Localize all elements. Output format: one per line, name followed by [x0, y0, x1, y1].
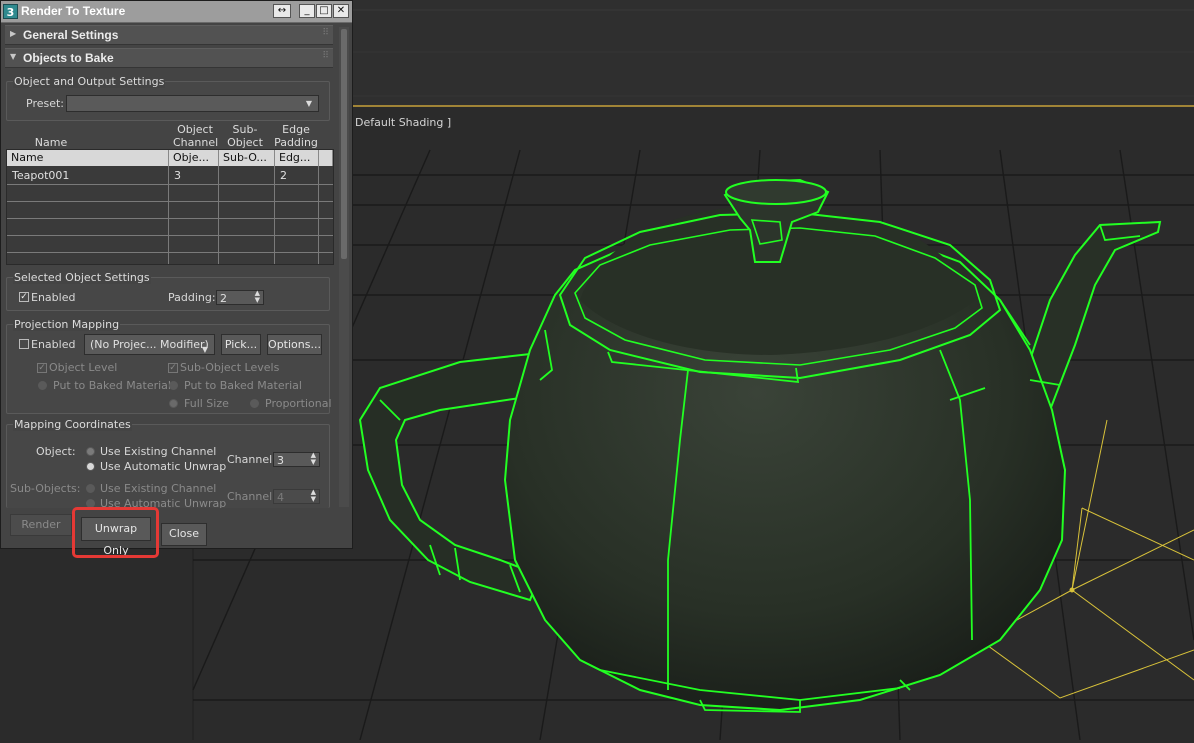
highlight-box [72, 507, 159, 558]
render-button[interactable]: Render [10, 514, 72, 536]
put-baked-right-radio[interactable] [169, 381, 178, 390]
minimize-button[interactable]: _ [299, 4, 315, 18]
table-header-subobject-channel[interactable]: Sub-O... [219, 150, 275, 166]
projection-mapping-title: Projection Mapping [13, 318, 121, 331]
table-cell-name[interactable]: Teapot001 [7, 167, 169, 184]
use-existing-channel-radio[interactable] [86, 447, 95, 456]
column-head-object-channel: Object Channel [173, 123, 219, 149]
table-cell-object-channel[interactable]: 3 [169, 167, 219, 184]
proportional-radio[interactable] [250, 399, 259, 408]
padding-spinner[interactable]: 2 ▲ ▼ [216, 290, 264, 305]
table-cell-edge-padding[interactable]: 2 [275, 167, 319, 184]
row-divider [7, 252, 333, 253]
row-divider [7, 218, 333, 219]
table-header-name[interactable]: Name [7, 150, 169, 166]
use-automatic-unwrap-label: Use Automatic Unwrap [100, 460, 227, 473]
channel-value: 3 [277, 454, 284, 467]
options-button[interactable]: Options... [267, 334, 322, 355]
row-divider [7, 235, 333, 236]
collapsed-arrow-icon: ▶ [10, 29, 17, 38]
preset-dropdown[interactable]: ▼ [66, 95, 319, 112]
preset-label: Preset: [26, 97, 65, 110]
sub-use-existing-label: Use Existing Channel [100, 482, 217, 495]
viewport-shading-label[interactable]: Default Shading ] [355, 116, 451, 129]
enabled-label: Enabled [31, 291, 76, 304]
rollout-title: General Settings [23, 28, 119, 42]
col-divider [274, 166, 275, 264]
row-divider [7, 201, 333, 202]
maximize-button[interactable]: □ [316, 4, 332, 18]
scrollbar-thumb[interactable] [341, 29, 347, 259]
grip-icon: ⠿ [322, 51, 329, 61]
sub-use-existing-radio[interactable] [86, 484, 95, 493]
padding-label: Padding: [168, 291, 216, 304]
projection-modifier-dropdown[interactable]: (No Projec... Modifier) ▼ [84, 334, 215, 355]
spinner-arrows-icon[interactable]: ▲ ▼ [255, 290, 260, 304]
spinner-arrows-icon[interactable]: ▲ ▼ [311, 489, 316, 503]
put-baked-left-radio[interactable] [38, 381, 47, 390]
put-baked-left-label: Put to Baked Material [53, 379, 171, 392]
use-existing-channel-label: Use Existing Channel [100, 445, 217, 458]
pick-button[interactable]: Pick... [221, 334, 261, 355]
row-divider [7, 184, 333, 185]
proportional-label: Proportional [265, 397, 332, 410]
sub-channel-value: 4 [277, 491, 284, 504]
projection-enabled-checkbox[interactable] [19, 339, 29, 349]
table-cell-subobject-channel[interactable] [219, 167, 275, 184]
dialog-title: Render To Texture [21, 4, 126, 18]
object-label: Object: [36, 445, 76, 458]
close-window-button[interactable]: ✕ [333, 4, 349, 18]
table-header-blank [319, 150, 333, 166]
col-divider [168, 166, 169, 264]
full-size-label: Full Size [184, 397, 229, 410]
table-header-object-channel[interactable]: Obje... [169, 150, 219, 166]
use-automatic-unwrap-radio[interactable] [86, 462, 95, 471]
object-level-checkbox[interactable]: ✓ [37, 363, 47, 373]
enabled-checkbox[interactable]: ✓ [19, 292, 29, 302]
objects-table[interactable]: Name Obje... Sub-O... Edg... Teapot001 3… [6, 149, 334, 265]
close-button[interactable]: Close [161, 523, 207, 546]
selected-object-title: Selected Object Settings [13, 271, 151, 284]
output-settings-title: Object and Output Settings [13, 75, 166, 88]
resize-icon[interactable]: ↔ [273, 4, 291, 18]
grip-icon: ⠿ [322, 28, 329, 38]
chevron-down-icon: ▼ [305, 99, 312, 108]
padding-value: 2 [220, 292, 227, 305]
render-to-texture-dialog: 3 Render To Texture ↔ _ □ ✕ ▶ General Se… [0, 0, 353, 557]
object-level-label: Object Level [49, 361, 118, 374]
spinner-arrows-icon[interactable]: ▲ ▼ [311, 452, 316, 466]
projection-modifier-value: (No Projec... Modifier) [90, 338, 209, 351]
expanded-arrow-icon: ▼ [10, 52, 17, 61]
rollout-title: Objects to Bake [23, 51, 114, 65]
put-baked-right-label: Put to Baked Material [184, 379, 302, 392]
dialog-scrollbar[interactable] [339, 27, 349, 507]
sub-channel-spinner[interactable]: 4 ▲ ▼ [273, 489, 320, 504]
sub-channel-label: Channel: [227, 490, 276, 503]
rollout-general-settings[interactable]: ▶ General Settings ⠿ [5, 25, 333, 45]
chevron-down-icon: ▼ [201, 345, 208, 354]
column-head-name: Name [34, 136, 68, 149]
col-divider [218, 166, 219, 264]
rollout-objects-to-bake[interactable]: ▼ Objects to Bake ⠿ [5, 48, 333, 68]
col-divider [318, 166, 319, 264]
projection-enabled-label: Enabled [31, 338, 76, 351]
app-logo-icon: 3 [3, 4, 18, 19]
mapping-coordinates-title: Mapping Coordinates [13, 418, 132, 431]
column-head-edge-padding: Edge Padding [274, 123, 318, 149]
sub-objects-label: Sub-Objects: [10, 482, 81, 495]
table-header-edge-padding[interactable]: Edg... [275, 150, 319, 166]
sub-object-levels-checkbox[interactable]: ✓ [168, 363, 178, 373]
channel-label: Channel: [227, 453, 276, 466]
full-size-radio[interactable] [169, 399, 178, 408]
sub-object-levels-label: Sub-Object Levels [180, 361, 280, 374]
dialog-titlebar[interactable]: 3 Render To Texture ↔ _ □ ✕ [1, 1, 352, 23]
channel-spinner[interactable]: 3 ▲ ▼ [273, 452, 320, 467]
